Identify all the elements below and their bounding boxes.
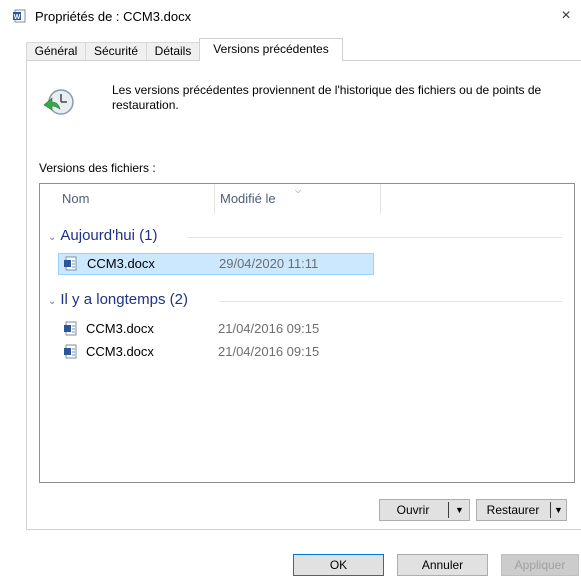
column-header-name[interactable]: Nom: [62, 184, 89, 214]
word-document-icon: [64, 256, 77, 271]
file-name: CCM3.docx: [86, 321, 154, 336]
ok-button[interactable]: OK: [293, 554, 384, 576]
group-header-long-ago[interactable]: ⌄ Il y a longtemps (2): [48, 289, 188, 311]
split-divider: [448, 502, 449, 518]
modified-date: 21/04/2016 09:15: [218, 321, 320, 336]
table-row[interactable]: CCM3.docx 21/04/2016 09:15: [58, 318, 374, 340]
close-icon: ×: [561, 7, 571, 24]
file-versions-label: Versions des fichiers :: [39, 161, 156, 175]
column-separator[interactable]: [380, 184, 381, 214]
open-button[interactable]: Ouvrir: [380, 500, 446, 520]
restore-button[interactable]: Restaurer: [477, 500, 549, 520]
tab-details[interactable]: Détails: [146, 42, 200, 60]
group-label: Il y a longtemps (2): [60, 291, 188, 308]
modified-date: 21/04/2016 09:15: [218, 344, 320, 359]
restore-clock-icon: [43, 89, 74, 115]
chevron-down-icon: ⌄: [48, 232, 57, 243]
properties-dialog: W Propriétés de : CCM3.docx × Général Sé…: [0, 0, 581, 578]
table-row[interactable]: CCM3.docx 21/04/2016 09:15: [58, 341, 374, 363]
column-separator[interactable]: [214, 184, 215, 214]
sort-chevron-icon: ⌵: [295, 186, 302, 195]
open-dropdown-arrow-icon[interactable]: ▼: [450, 500, 469, 520]
info-text: Les versions précédentes proviennent de …: [112, 83, 542, 112]
column-header-modified[interactable]: Modifié le: [220, 184, 276, 214]
group-header-today[interactable]: ⌄ Aujourd'hui (1): [48, 225, 157, 247]
title-bar[interactable]: W Propriétés de : CCM3.docx ×: [0, 0, 581, 32]
word-document-icon: [64, 344, 77, 359]
file-name: CCM3.docx: [87, 256, 155, 271]
svg-text:W: W: [14, 14, 21, 21]
versions-list[interactable]: Nom ⌵ Modifié le ⌄ Aujourd'hui (1) CCM3.d…: [39, 183, 575, 483]
group-label: Aujourd'hui (1): [60, 227, 158, 244]
previous-versions-panel: Les versions précédentes proviennent de …: [26, 60, 581, 530]
tab-general[interactable]: Général: [26, 42, 86, 60]
cancel-button[interactable]: Annuler: [397, 554, 488, 576]
group-divider: [188, 237, 563, 238]
open-split-button[interactable]: Ouvrir ▼: [379, 499, 470, 521]
table-row[interactable]: CCM3.docx 29/04/2020 11:11: [58, 253, 374, 275]
apply-button[interactable]: Appliquer: [501, 554, 579, 576]
file-name: CCM3.docx: [86, 344, 154, 359]
tab-security[interactable]: Sécurité: [85, 42, 147, 60]
chevron-down-icon: ⌄: [48, 296, 57, 307]
word-document-icon: W: [13, 9, 26, 23]
tab-previous-versions[interactable]: Versions précédentes: [199, 38, 343, 61]
restore-split-button[interactable]: Restaurer ▼: [476, 499, 567, 521]
group-divider: [220, 301, 563, 302]
window-title: Propriétés de : CCM3.docx: [35, 9, 192, 24]
close-button[interactable]: ×: [552, 2, 580, 30]
restore-dropdown-arrow-icon[interactable]: ▼: [551, 500, 566, 520]
modified-date: 29/04/2020 11:11: [219, 256, 319, 271]
word-document-icon: [64, 321, 77, 336]
